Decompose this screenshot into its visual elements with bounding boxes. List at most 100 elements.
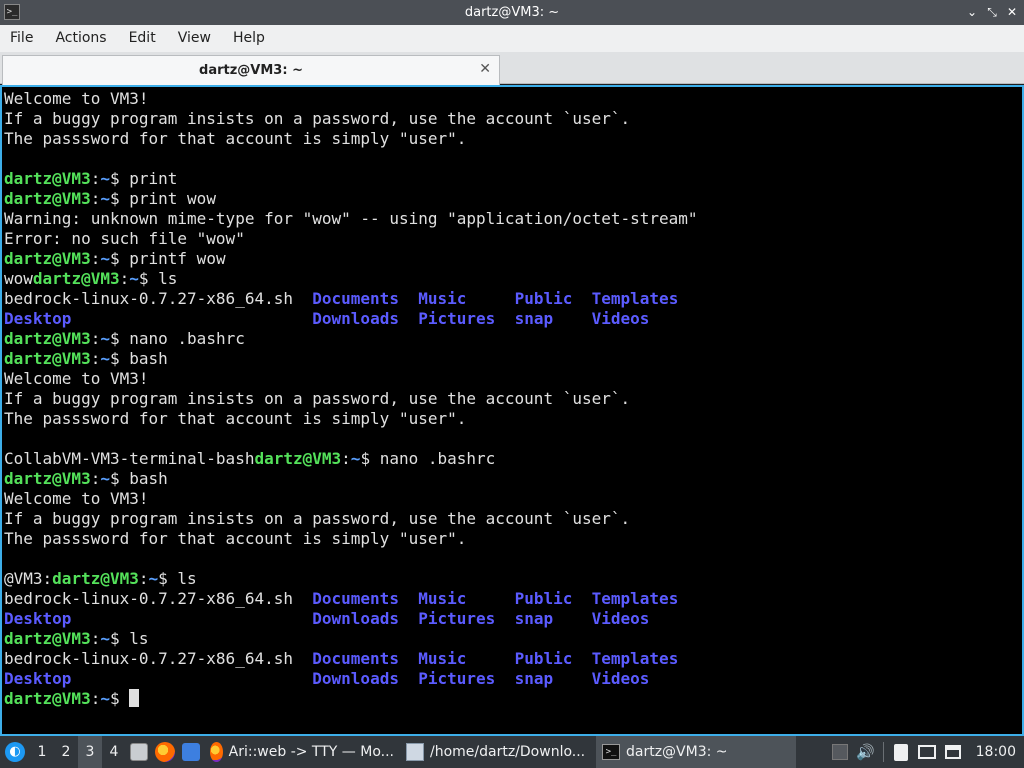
menu-view[interactable]: View — [167, 25, 222, 52]
desktop-1-button[interactable]: 1 — [30, 736, 54, 768]
terminal-line: CollabVM-VM3-terminal-bashdartz@VM3:~$ n… — [4, 449, 1022, 469]
volume-icon: 🔊 — [856, 743, 875, 761]
terminal-text: Welcome to VM3! — [4, 489, 149, 508]
terminal-dir-text: Desktop — [4, 609, 72, 628]
tab-close-icon[interactable]: ✕ — [479, 61, 491, 77]
terminal-user-text: dartz@VM3 — [4, 689, 91, 708]
display-button[interactable] — [914, 736, 940, 768]
terminal-line: Desktop Downloads Pictures snap Videos — [4, 309, 1022, 329]
window-controls: ⌄ ⤡ ✕ — [966, 3, 1018, 21]
terminal-text: If a buggy program insists on a password… — [4, 509, 631, 528]
terminal-text: Warning: unknown mime-type for "wow" -- … — [4, 209, 698, 228]
terminal-user-text: dartz@VM3 — [254, 449, 342, 468]
file-manager-launcher[interactable] — [126, 736, 152, 768]
terminal-text: The passsword for that account is simply… — [4, 409, 467, 428]
menu-actions[interactable]: Actions — [44, 25, 117, 52]
text-editor-icon — [406, 743, 424, 761]
terminal-text: bedrock-linux-0.7.27-x86_64.sh — [4, 589, 313, 608]
terminal-dir-text: Pictures — [418, 609, 496, 628]
tray-expander-button[interactable] — [827, 736, 853, 768]
window-title: dartz@VM3: ~ — [464, 5, 560, 20]
terminal-user-text: dartz@VM3 — [4, 629, 91, 648]
terminal-text: $ ls — [158, 569, 197, 588]
start-menu-button[interactable]: ◐ — [0, 736, 30, 768]
desktop-3-button[interactable]: 3 — [78, 736, 102, 768]
clipboard-button[interactable] — [888, 736, 914, 768]
window-titlebar[interactable]: >_ dartz@VM3: ~ ⌄ ⤡ ✕ — [0, 0, 1024, 25]
menu-edit[interactable]: Edit — [118, 25, 167, 52]
maximize-button[interactable]: ⤡ — [986, 3, 998, 21]
terminal-text: CollabVM-VM3-terminal-bash — [4, 449, 255, 468]
terminal-text: : — [119, 269, 130, 288]
terminal-text: : — [90, 469, 101, 488]
terminal-line: dartz@VM3:~$ nano .bashrc — [4, 329, 1022, 349]
terminal-dir-text: Documents — [312, 289, 399, 308]
desktop-4-button[interactable]: 4 — [102, 736, 126, 768]
firefox-icon — [210, 742, 223, 762]
terminal-dir-text: Documents — [312, 649, 399, 668]
terminal-line: dartz@VM3:~$ ls — [4, 629, 1022, 649]
terminal-dir-text: Documents — [312, 589, 399, 608]
terminal-dir-text: Videos — [591, 609, 650, 628]
terminal-text: Welcome to VM3! — [4, 89, 149, 108]
terminal-app-icon[interactable]: >_ — [4, 4, 20, 20]
tab-terminal[interactable]: dartz@VM3: ~ ✕ — [2, 55, 500, 85]
menu-file[interactable]: File — [0, 25, 44, 52]
terminal-line: Welcome to VM3! — [4, 89, 1022, 109]
terminal-output[interactable]: Welcome to VM3! If a buggy program insist… — [0, 85, 1024, 736]
terminal-dir-text: Music — [418, 649, 467, 668]
task-label: /home/dartz/Downlo... — [430, 744, 586, 760]
terminal-text: wow — [4, 269, 33, 288]
terminal-path-text: ~ — [350, 449, 361, 468]
close-button[interactable]: ✕ — [1006, 3, 1018, 21]
terminal-line: Welcome to VM3! — [4, 489, 1022, 509]
system-tray: 🔊 18:00 — [827, 736, 1024, 768]
menu-help[interactable]: Help — [222, 25, 276, 52]
terminal-text: bedrock-linux-0.7.27-x86_64.sh — [4, 649, 313, 668]
terminal-dir-text: Templates — [591, 649, 679, 668]
show-desktop-launcher[interactable] — [178, 736, 204, 768]
terminal-dir-text: Downloads — [312, 309, 399, 328]
terminal-text: Error: no such file "wow" — [4, 229, 245, 248]
terminal-line: bedrock-linux-0.7.27-x86_64.sh Documents… — [4, 289, 1022, 309]
terminal-text: $ ls — [109, 629, 149, 648]
terminal-user-text: dartz@VM3 — [4, 189, 91, 208]
terminal-dir-text: snap — [514, 669, 554, 688]
clock[interactable]: 18:00 — [966, 744, 1024, 760]
terminal-path-text: ~ — [148, 569, 159, 588]
terminal-line: bedrock-linux-0.7.27-x86_64.sh Documents… — [4, 589, 1022, 609]
task-terminal[interactable]: >_ dartz@VM3: ~ — [596, 736, 796, 768]
firefox-launcher[interactable] — [152, 736, 178, 768]
terminal-path-text: ~ — [100, 689, 110, 708]
task-firefox[interactable]: Ari::web -> TTY — Mo... — [204, 736, 400, 768]
terminal-line: The passsword for that account is simply… — [4, 529, 1022, 549]
terminal-path-text: ~ — [100, 349, 110, 368]
terminal-text: $ printf wow — [109, 249, 226, 268]
terminal-dir-text: Templates — [591, 289, 679, 308]
network-button[interactable] — [940, 736, 966, 768]
terminal-user-text: dartz@VM3 — [32, 269, 120, 288]
terminal-dir-text: Pictures — [418, 309, 496, 328]
desktop-2-button[interactable]: 2 — [54, 736, 78, 768]
terminal-text: $ nano .bashrc — [109, 329, 245, 348]
task-text-editor[interactable]: /home/dartz/Downlo... — [400, 736, 596, 768]
terminal-user-text: dartz@VM3 — [4, 349, 91, 368]
show-desktop-icon — [182, 743, 200, 761]
terminal-dir-text: Pictures — [418, 669, 496, 688]
terminal-text: : — [90, 189, 101, 208]
terminal-text: : — [90, 629, 101, 648]
volume-button[interactable]: 🔊 — [853, 736, 879, 768]
terminal-scrollbar[interactable] — [1014, 87, 1022, 734]
terminal-text: bedrock-linux-0.7.27-x86_64.sh — [4, 289, 313, 308]
menu-bar: File Actions Edit View Help — [0, 25, 1024, 52]
terminal-cursor — [129, 689, 140, 707]
terminal-path-text: ~ — [100, 329, 110, 348]
minimize-button[interactable]: ⌄ — [966, 3, 978, 21]
terminal-dir-text: Public — [514, 649, 573, 668]
